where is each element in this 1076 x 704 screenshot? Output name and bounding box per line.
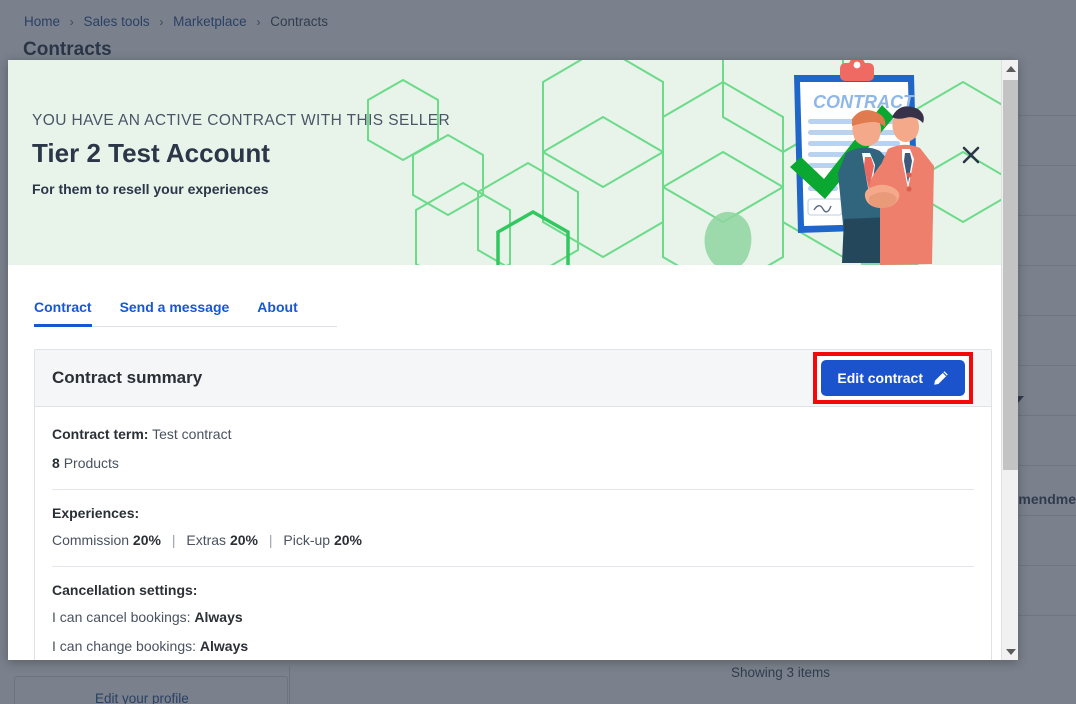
edit-contract-highlight: Edit contract	[813, 352, 973, 404]
breadcrumb-separator: ›	[256, 15, 261, 29]
page-title: Contracts	[23, 39, 112, 60]
breadcrumb: Home › Sales tools › Marketplace › Contr…	[24, 14, 328, 29]
tab-contract[interactable]: Contract	[34, 290, 92, 327]
cancel-bookings-row: I can cancel bookings: Always	[52, 607, 974, 627]
contract-summary-card: Contract summary Edit contract Contract …	[34, 349, 992, 660]
modal-scrollbar[interactable]	[1001, 60, 1018, 660]
experiences-rates-row: Commission 20% | Extras 20% | Pick-up 20…	[52, 530, 974, 550]
close-x-glyph	[962, 146, 980, 164]
breadcrumb-separator: ›	[69, 15, 74, 29]
pencil-icon	[934, 371, 948, 385]
extras-value: 20%	[229, 532, 258, 548]
change-bookings-row: I can change bookings: Always	[52, 636, 974, 656]
hero-eyebrow: YOU HAVE AN ACTIVE CONTRACT WITH THIS SE…	[32, 112, 451, 129]
cancel-bookings-label: I can cancel bookings:	[52, 609, 191, 625]
seller-name: Tier 2 Test Account	[32, 138, 270, 168]
edit-profile-link[interactable]: Edit your profile	[95, 691, 189, 704]
contract-term-label: Contract term:	[52, 426, 149, 442]
change-bookings-label: I can change bookings:	[52, 638, 196, 654]
contract-modal: YOU HAVE AN ACTIVE CONTRACT WITH THIS SE…	[8, 60, 1018, 660]
rate-separator: |	[171, 532, 176, 548]
tab-send-a-message[interactable]: Send a message	[120, 290, 230, 327]
page-root: Home › Sales tools › Marketplace › Contr…	[0, 0, 1076, 704]
edit-contract-button[interactable]: Edit contract	[821, 360, 965, 396]
layout-divider	[289, 666, 290, 704]
contract-handshake-illustration: CONTRACT	[790, 60, 934, 265]
divider	[52, 566, 974, 567]
breadcrumb-item-contracts: Contracts	[270, 14, 328, 29]
contract-summary-title: Contract summary	[52, 368, 203, 387]
scroll-up-icon[interactable]	[1002, 60, 1018, 77]
contract-term-row: Contract term: Test contract	[52, 424, 974, 444]
cancel-bookings-value: Always	[194, 609, 243, 625]
products-row: 8 Products	[52, 453, 974, 473]
pickup-value: 20%	[333, 532, 362, 548]
change-bookings-value: Always	[199, 638, 249, 654]
breadcrumb-item-marketplace[interactable]: Marketplace	[173, 14, 247, 29]
edit-contract-label: Edit contract	[837, 370, 923, 386]
cancellation-settings-label: Cancellation settings:	[52, 582, 198, 598]
contract-term-value: Test contract	[152, 426, 232, 442]
divider	[52, 489, 974, 490]
hero-subtitle: For them to resell your experiences	[32, 181, 269, 197]
commission-label: Commission	[52, 532, 130, 548]
pickup-label: Pick-up	[283, 532, 331, 548]
extras-label: Extras	[186, 532, 227, 548]
showing-items-count: Showing 3 items	[731, 665, 831, 680]
table-cell-amendment: Amendme	[1008, 491, 1076, 507]
hero-copy: YOU HAVE AN ACTIVE CONTRACT WITH THIS SE…	[32, 112, 450, 197]
contract-summary-header: Contract summary Edit contract	[35, 350, 991, 407]
breadcrumb-separator: ›	[159, 15, 164, 29]
close-icon[interactable]	[957, 141, 985, 169]
breadcrumb-item-home[interactable]: Home	[24, 14, 60, 29]
products-count: 8	[52, 455, 60, 471]
modal-hero: YOU HAVE AN ACTIVE CONTRACT WITH THIS SE…	[8, 60, 1018, 265]
tab-about[interactable]: About	[257, 290, 297, 327]
modal-tabs: Contract Send a message About	[34, 289, 337, 327]
scrollbar-thumb[interactable]	[1003, 80, 1018, 470]
scroll-down-icon[interactable]	[1002, 643, 1018, 660]
breadcrumb-item-sales-tools[interactable]: Sales tools	[84, 14, 150, 29]
rate-separator: |	[268, 532, 273, 548]
experiences-label: Experiences:	[52, 505, 140, 521]
modal-body: Contract Send a message About Contract s…	[8, 289, 1018, 660]
contract-summary-body: Contract term: Test contract 8 Products …	[35, 407, 991, 660]
products-label: Products	[63, 455, 119, 471]
commission-value: 20%	[132, 532, 161, 548]
